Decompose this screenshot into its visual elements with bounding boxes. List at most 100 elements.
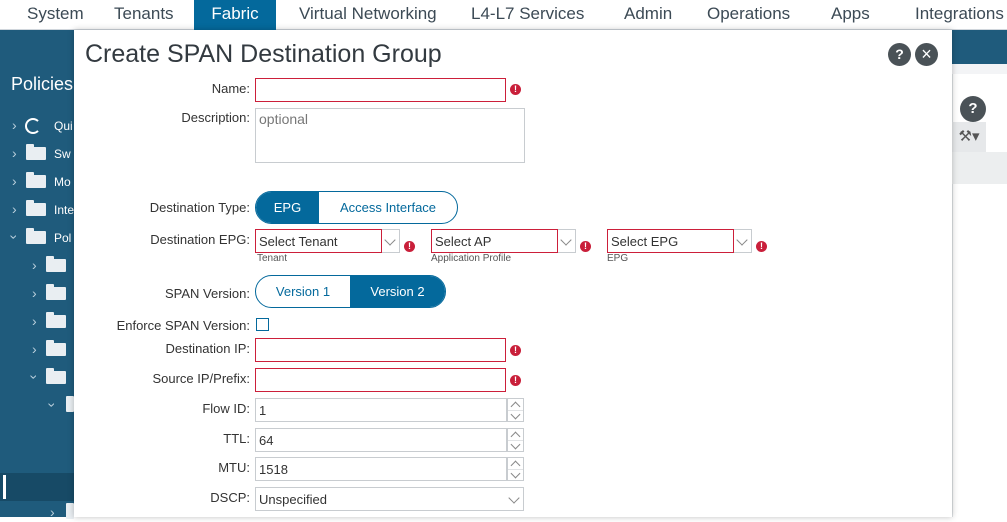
sidebar-item-quick-start[interactable]: › Qui [12,117,74,135]
tab-tenants[interactable]: Tenants [114,0,174,30]
chevron-down-icon[interactable] [734,229,752,253]
folder-icon [46,312,66,328]
source-ip-prefix-input[interactable] [255,368,506,392]
error-icon: ! [404,241,415,252]
chevron-up-icon[interactable] [508,458,523,469]
sidebar-item-label: Sw [54,147,71,161]
chevron-down-icon[interactable] [508,469,523,480]
flow-id-stepper[interactable] [507,398,524,422]
chevron-right-icon: › [32,313,37,329]
chevron-down-icon[interactable] [382,229,400,253]
tenant-select[interactable]: Select Tenant [255,229,382,253]
help-icon[interactable]: ? [960,96,986,122]
tab-virtual-networking[interactable]: Virtual Networking [299,0,437,30]
error-icon: ! [510,84,521,95]
sidebar-subitem[interactable]: › [26,368,74,387]
epg-select[interactable]: Select EPG [607,229,734,253]
folder-icon [46,284,66,300]
chevron-right-icon: › [32,257,37,273]
sidebar-subitem[interactable]: › [32,340,74,359]
span-version-2-option[interactable]: Version 2 [350,276,445,307]
create-span-destination-group-dialog: Create SPAN Destination Group ? × Name: … [74,30,952,517]
tab-fabric[interactable]: Fabric [194,0,276,30]
table-header-bar [952,152,1007,184]
dscp-select[interactable]: Unspecified [255,487,507,511]
sidebar-item-switch[interactable]: › Sw [12,144,74,163]
right-background-panel: ? ⚒▾ [952,30,1007,517]
name-label: Name: [211,81,250,96]
folder-icon [46,340,66,356]
mtu-stepper[interactable] [507,457,524,481]
ttl-label: TTL: [223,431,250,446]
sidebar-subitem[interactable]: › [32,312,74,331]
left-sidebar: Policies › Qui › Sw › Mo › Inte › Pol › … [0,30,75,520]
tenant-sublabel: Tenant [257,253,288,264]
error-icon: ! [580,241,591,252]
chevron-down-icon[interactable] [506,487,524,511]
enforce-span-version-checkbox[interactable] [256,318,269,331]
tab-apps[interactable]: Apps [831,0,870,30]
sidebar-item-interfaces[interactable]: › Inte [12,200,75,219]
chevron-down-icon[interactable] [508,410,523,421]
chevron-up-icon[interactable] [508,429,523,440]
mtu-label: MTU: [218,460,250,475]
application-profile-sublabel: Application Profile [431,253,512,264]
destination-type-label: Destination Type: [149,200,250,215]
chevron-right-icon: › [50,504,55,520]
application-profile-select[interactable]: Select AP [431,229,558,253]
dscp-label: DSCP: [210,490,250,505]
chevron-down-icon: › [44,402,61,408]
sidebar-title: Policies [11,74,74,94]
help-icon[interactable]: ? [888,43,911,66]
sidebar-subitem[interactable]: › [32,284,74,303]
chevron-right-icon: › [32,341,37,357]
chevron-down-icon: › [26,374,43,380]
destination-ip-input[interactable] [255,338,506,362]
folder-icon [26,144,46,160]
sidebar-item-policies[interactable]: › Pol [6,228,74,247]
name-input[interactable] [255,78,506,102]
description-textarea[interactable]: optional [255,108,525,163]
tab-l4-l7-services[interactable]: L4-L7 Services [471,0,584,30]
chevron-right-icon: › [12,173,17,189]
folder-icon [26,200,46,216]
chevron-right-icon: › [12,201,17,217]
chevron-up-icon[interactable] [508,399,523,410]
ttl-stepper[interactable] [507,428,524,452]
destination-type-toggle: EPG Access Interface [255,191,458,224]
sidebar-item-label: Mo [54,175,71,189]
sidebar-subitem[interactable]: › [32,256,74,275]
span-version-toggle: Version 1 Version 2 [255,275,446,308]
destination-epg-label: Destination EPG: [150,232,250,247]
tab-operations[interactable]: Operations [707,0,790,30]
sidebar-item-label: Inte [54,203,75,217]
sidebar-item-label: Qui [54,119,73,133]
tab-integrations[interactable]: Integrations [915,0,1004,30]
destination-ip-label: Destination IP: [165,341,250,356]
error-icon: ! [510,345,521,356]
span-version-1-option[interactable]: Version 1 [256,276,350,307]
destination-type-epg-option[interactable]: EPG [256,192,319,223]
flow-id-input[interactable]: 1 [255,398,507,422]
tools-dropdown-icon[interactable]: ⚒▾ [952,122,986,152]
sidebar-selected-row[interactable] [0,473,74,501]
tab-admin[interactable]: Admin [624,0,672,30]
mtu-input[interactable]: 1518 [255,457,507,481]
error-icon: ! [756,241,767,252]
chevron-right-icon: › [32,285,37,301]
source-ip-prefix-label: Source IP/Prefix: [152,371,250,386]
sidebar-subitem[interactable]: › [44,396,74,415]
chevron-down-icon[interactable] [508,440,523,451]
chevron-down-icon[interactable] [558,229,576,253]
dialog-title: Create SPAN Destination Group [85,40,442,68]
close-icon[interactable]: × [915,43,938,66]
chevron-right-icon: › [12,117,17,133]
tab-system[interactable]: System [27,0,84,30]
destination-type-access-interface-option[interactable]: Access Interface [319,192,457,223]
sidebar-subitem[interactable]: › [50,503,74,522]
ttl-input[interactable]: 64 [255,428,507,452]
top-navigation: System Tenants Fabric Virtual Networking… [0,0,1007,30]
folder-icon [46,256,66,272]
sidebar-item-modules[interactable]: › Mo [12,172,74,191]
chevron-down-icon: › [6,234,23,240]
